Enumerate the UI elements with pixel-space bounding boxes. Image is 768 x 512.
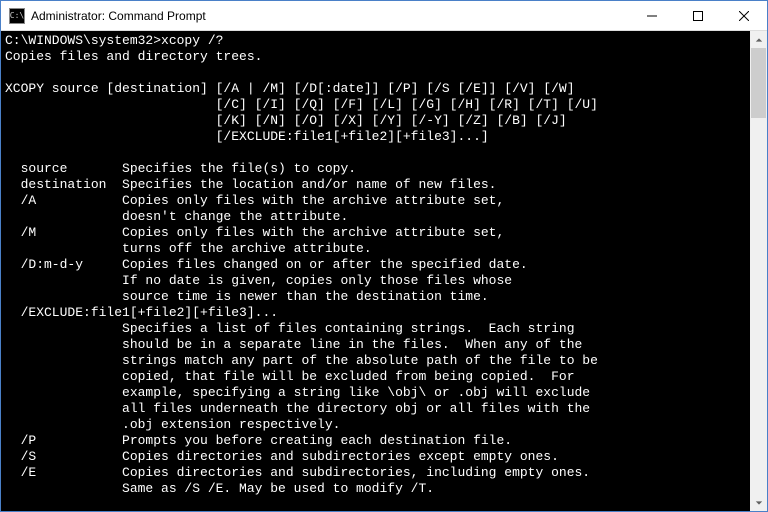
cmd-icon: C:\: [9, 8, 25, 24]
output-line: turns off the archive attribute.: [5, 241, 372, 256]
output-line: .obj extension respectively.: [5, 417, 340, 432]
window-controls: [629, 1, 767, 30]
minimize-button[interactable]: [629, 1, 675, 30]
terminal[interactable]: C:\WINDOWS\system32>xcopy /? Copies file…: [1, 31, 750, 511]
output-line: [/K] [/N] [/O] [/X] [/Y] [/-Y] [/Z] [/B]…: [5, 113, 567, 128]
window-title: Administrator: Command Prompt: [31, 9, 629, 23]
output-line: /M Copies only files with the archive at…: [5, 225, 504, 240]
scroll-thumb[interactable]: [751, 48, 766, 118]
output-line: [/EXCLUDE:file1[+file2][+file3]...]: [5, 129, 489, 144]
maximize-button[interactable]: [675, 1, 721, 30]
scroll-down-button[interactable]: [750, 494, 767, 511]
output-line: /P Prompts you before creating each dest…: [5, 433, 512, 448]
output-line: doesn't change the attribute.: [5, 209, 348, 224]
output-line: XCOPY source [destination] [/A | /M] [/D…: [5, 81, 575, 96]
output-line: example, specifying a string like \obj\ …: [5, 385, 590, 400]
output-line: [/C] [/I] [/Q] [/F] [/L] [/G] [/H] [/R] …: [5, 97, 598, 112]
output-line: /D:m-d-y Copies files changed on or afte…: [5, 257, 528, 272]
output-line: Copies files and directory trees.: [5, 49, 262, 64]
scroll-up-button[interactable]: [750, 31, 767, 48]
output-line: /A Copies only files with the archive at…: [5, 193, 504, 208]
output-line: /S Copies directories and subdirectories…: [5, 449, 559, 464]
output-line: Same as /S /E. May be used to modify /T.: [5, 481, 434, 496]
close-button[interactable]: [721, 1, 767, 30]
output-line: should be in a separate line in the file…: [5, 337, 582, 352]
output-line: Specifies a list of files containing str…: [5, 321, 575, 336]
command-text: xcopy /?: [161, 33, 223, 48]
titlebar: C:\ Administrator: Command Prompt: [1, 1, 767, 31]
output-line: destination Specifies the location and/o…: [5, 177, 496, 192]
output-line: copied, that file will be excluded from …: [5, 369, 575, 384]
scrollbar[interactable]: [750, 31, 767, 511]
output-line: source time is newer than the destinatio…: [5, 289, 489, 304]
output-line: /EXCLUDE:file1[+file2][+file3]...: [5, 305, 278, 320]
output-line: /E Copies directories and subdirectories…: [5, 465, 590, 480]
prompt-text: C:\WINDOWS\system32>: [5, 33, 161, 48]
output-line: strings match any part of the absolute p…: [5, 353, 598, 368]
output-line: source Specifies the file(s) to copy.: [5, 161, 356, 176]
output-line: all files underneath the directory obj o…: [5, 401, 590, 416]
output-line: If no date is given, copies only those f…: [5, 273, 512, 288]
terminal-area: C:\WINDOWS\system32>xcopy /? Copies file…: [1, 31, 767, 511]
